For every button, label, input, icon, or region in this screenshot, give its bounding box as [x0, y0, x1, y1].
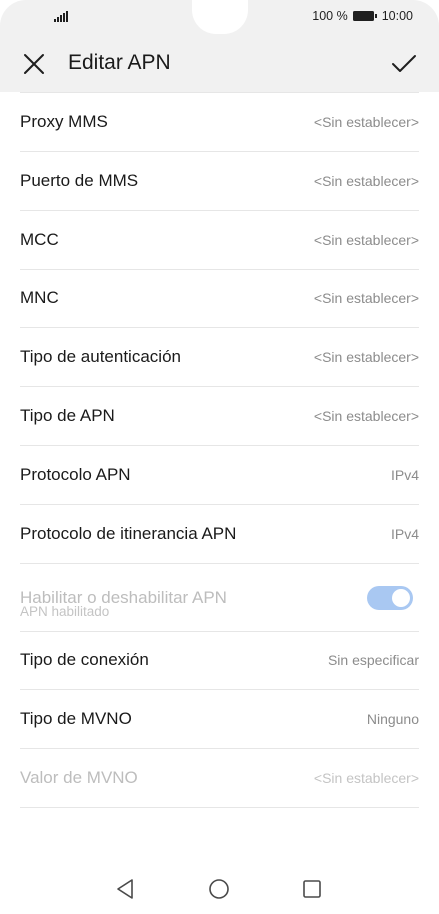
setting-row-proxy-mms[interactable]: Proxy MMS <Sin establecer> — [20, 92, 419, 152]
setting-row-tipo-de-apn[interactable]: Tipo de APN <Sin establecer> — [20, 387, 419, 446]
setting-row-tipo-de-conexion[interactable]: Tipo de conexión Sin especificar — [20, 632, 419, 691]
setting-row-tipo-de-mvno[interactable]: Tipo de MVNO Ninguno — [20, 690, 419, 750]
setting-label: Tipo de MVNO — [20, 709, 132, 729]
setting-row-valor-de-mvno: Valor de MVNO <Sin establecer> — [20, 749, 419, 808]
setting-value: Ninguno — [366, 711, 419, 728]
setting-value: IPv4 — [390, 466, 419, 483]
battery-percent: 100 % — [312, 9, 348, 23]
setting-label: Puerto de MMS — [20, 170, 139, 190]
setting-row-protocolo-apn[interactable]: Protocolo APN IPv4 — [20, 446, 419, 505]
setting-label: Tipo de APN — [20, 406, 115, 426]
clock: 10:00 — [381, 9, 413, 23]
setting-row-tipo-de-autenticacion[interactable]: Tipo de autenticación <Sin establecer> — [20, 328, 419, 388]
navigation-bar — [0, 864, 439, 914]
setting-row-mcc[interactable]: MCC <Sin establecer> — [20, 211, 419, 270]
setting-row-apn-enable: Habilitar o deshabilitar APN APN habilit… — [20, 564, 419, 632]
setting-value: <Sin establecer> — [313, 290, 419, 307]
status-bar: 100 % 10:00 — [0, 0, 439, 34]
check-icon[interactable] — [389, 49, 419, 79]
setting-label: Protocolo APN — [20, 464, 131, 484]
setting-value: <Sin establecer> — [313, 231, 419, 248]
setting-label: MNC — [20, 288, 59, 308]
setting-value: IPv4 — [390, 525, 419, 542]
phone-screen: 100 % 10:00 Editar APN Proxy MMS <Sin est… — [0, 0, 439, 914]
setting-sublabel: APN habilitado — [20, 603, 110, 619]
setting-label: Protocolo de itinerancia APN — [20, 523, 237, 543]
setting-value: <Sin establecer> — [313, 114, 419, 130]
home-circle-icon[interactable] — [205, 875, 233, 903]
toggle-knob — [392, 588, 410, 607]
setting-value: Sin especificar — [327, 652, 419, 669]
setting-row-puerto-de-mms[interactable]: Puerto de MMS <Sin establecer> — [20, 152, 419, 211]
setting-row-protocolo-de-itinerancia-apn[interactable]: Protocolo de itinerancia APN IPv4 — [20, 505, 419, 564]
recent-square-icon[interactable] — [298, 875, 326, 903]
battery-icon — [352, 11, 377, 21]
setting-label: MCC — [20, 229, 59, 249]
setting-label: Valor de MVNO — [20, 768, 138, 788]
camera-notch — [192, 0, 248, 34]
back-triangle-icon[interactable] — [112, 875, 140, 903]
setting-row-mnc[interactable]: MNC <Sin establecer> — [20, 270, 419, 329]
setting-label: Tipo de autenticación — [20, 347, 181, 367]
apn-enable-toggle[interactable] — [367, 585, 413, 610]
app-bar: Editar APN — [0, 34, 439, 92]
setting-value: <Sin establecer> — [313, 770, 419, 787]
setting-value: <Sin establecer> — [313, 349, 419, 366]
apn-settings-list: Proxy MMS <Sin establecer> Puerto de MMS <S… — [0, 92, 439, 808]
setting-value: <Sin establecer> — [313, 172, 419, 189]
setting-label: Tipo de conexión — [20, 650, 149, 670]
page-title: Editar APN — [68, 51, 171, 74]
setting-value: <Sin establecer> — [313, 408, 419, 425]
status-indicators: 100 % 10:00 — [312, 9, 413, 23]
close-icon[interactable] — [20, 50, 48, 78]
signal-icon — [54, 11, 68, 22]
setting-label: Proxy MMS — [20, 112, 108, 131]
